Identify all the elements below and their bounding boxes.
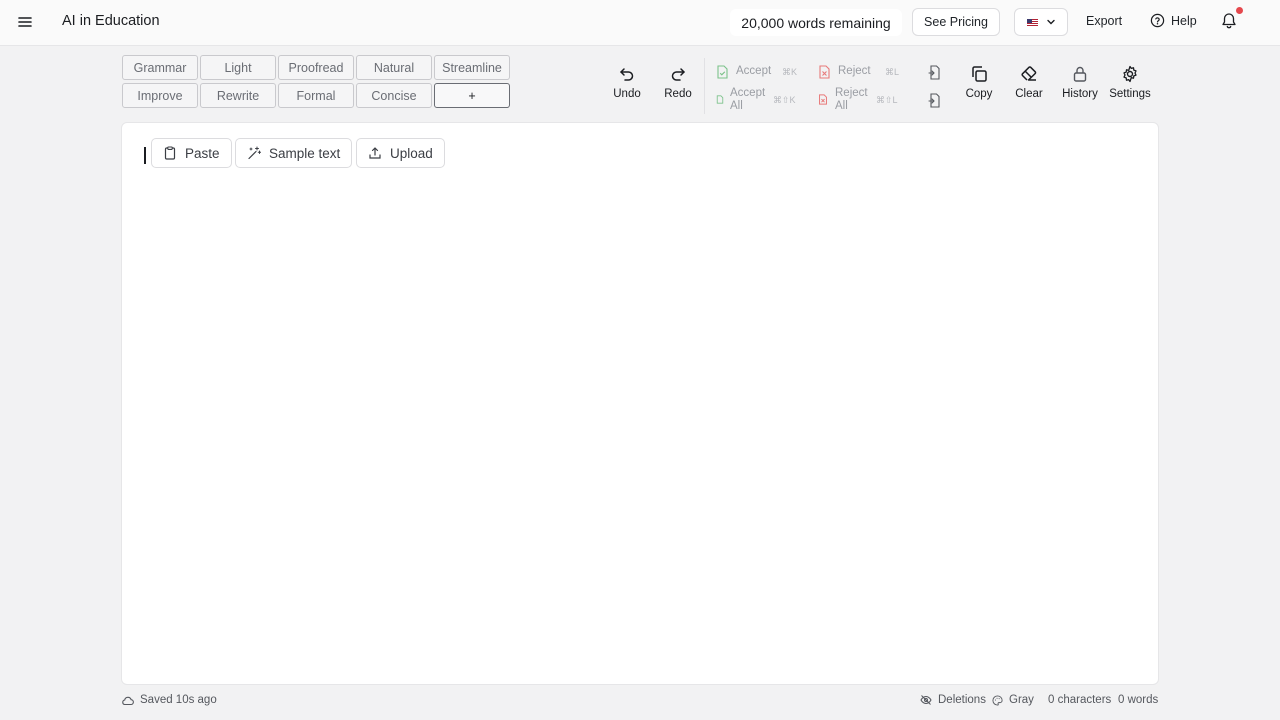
- reject-button[interactable]: Reject ⌘L: [818, 65, 902, 81]
- upload-button[interactable]: Upload: [356, 138, 445, 168]
- paste-button[interactable]: Paste: [151, 138, 232, 168]
- sample-text-label: Sample text: [269, 145, 341, 161]
- history-button[interactable]: History: [1055, 62, 1105, 106]
- color-label: Gray: [1009, 694, 1034, 706]
- help-label: Help: [1171, 13, 1197, 28]
- mode-natural-button[interactable]: Natural: [356, 55, 432, 80]
- redo-icon: [671, 68, 685, 81]
- file-x-icon: [819, 65, 830, 79]
- words-count: 0 words: [1118, 694, 1159, 706]
- undo-icon: [620, 68, 634, 81]
- copy-button[interactable]: Copy: [954, 62, 1004, 106]
- accept-all-shortcut: ⌘⇧K: [773, 95, 796, 105]
- file-check-icon: [717, 65, 728, 79]
- export-file-icon[interactable]: [927, 65, 942, 80]
- undo-button[interactable]: Undo: [602, 62, 652, 106]
- magic-wand-icon: [248, 146, 261, 160]
- chevron-down-icon: [1046, 19, 1055, 25]
- mode-light-button[interactable]: Light: [200, 55, 276, 80]
- text-caret: [144, 147, 146, 164]
- saved-label: Saved 10s ago: [140, 694, 217, 706]
- file-x-small-icon: [819, 94, 827, 105]
- text-editor[interactable]: Paste Sample text Upload: [121, 122, 1159, 685]
- mode-streamline-button[interactable]: Streamline: [434, 55, 510, 80]
- palette-icon: [992, 694, 1003, 706]
- copy-label: Copy: [965, 88, 993, 100]
- deletions-toggle[interactable]: Deletions: [920, 694, 986, 706]
- settings-label: Settings: [1109, 88, 1151, 100]
- upload-label: Upload: [390, 145, 433, 161]
- reject-all-label: Reject All: [835, 87, 868, 112]
- add-mode-button[interactable]: +: [434, 83, 510, 108]
- paste-label: Paste: [185, 145, 220, 161]
- history-label: History: [1062, 88, 1098, 100]
- notification-bell-icon[interactable]: [1221, 12, 1239, 32]
- reject-shortcut: ⌘L: [885, 67, 900, 77]
- top-bar: AI in Education 20,000 words remaining S…: [0, 0, 1280, 46]
- help-button[interactable]: Help: [1150, 13, 1197, 28]
- import-file-icon[interactable]: [927, 93, 942, 108]
- mode-rewrite-button[interactable]: Rewrite: [200, 83, 276, 108]
- redo-label: Redo: [664, 88, 692, 100]
- mode-grammar-button[interactable]: Grammar: [122, 55, 198, 80]
- mode-improve-button[interactable]: Improve: [122, 83, 198, 108]
- cloud-icon: [122, 696, 134, 705]
- sample-text-button[interactable]: Sample text: [235, 138, 353, 168]
- see-pricing-button[interactable]: See Pricing: [912, 8, 1000, 36]
- lock-icon: [1073, 66, 1087, 82]
- accept-shortcut: ⌘K: [782, 67, 798, 77]
- export-button[interactable]: Export: [1086, 14, 1122, 28]
- accept-all-button[interactable]: Accept All ⌘⇧K: [716, 87, 800, 115]
- characters-count: 0 characters: [1048, 694, 1112, 706]
- copy-icon: [972, 66, 987, 82]
- color-toggle[interactable]: Gray: [992, 694, 1034, 706]
- accept-button[interactable]: Accept ⌘K: [716, 65, 800, 81]
- hamburger-menu-icon[interactable]: [17, 14, 33, 30]
- redo-button[interactable]: Redo: [653, 62, 703, 106]
- clear-button[interactable]: Clear: [1004, 62, 1054, 106]
- eye-off-icon: [920, 695, 932, 705]
- settings-button[interactable]: Settings: [1105, 62, 1155, 106]
- notification-badge: [1236, 7, 1243, 14]
- reject-all-button[interactable]: Reject All ⌘⇧L: [818, 87, 902, 115]
- reject-all-shortcut: ⌘⇧L: [876, 95, 898, 105]
- undo-label: Undo: [613, 88, 641, 100]
- deletions-label: Deletions: [938, 694, 986, 706]
- gear-icon: [1123, 65, 1137, 83]
- mode-proofread-button[interactable]: Proofread: [278, 55, 354, 80]
- reject-label: Reject: [838, 65, 871, 77]
- save-status: Saved 10s ago: [121, 694, 217, 706]
- mode-concise-button[interactable]: Concise: [356, 83, 432, 108]
- words-remaining-counter: 20,000 words remaining: [730, 9, 902, 36]
- upload-icon: [369, 147, 381, 159]
- accept-all-label: Accept All: [730, 87, 766, 112]
- eraser-icon: [1021, 66, 1037, 81]
- toolbar-divider: [704, 58, 705, 114]
- help-circle-icon: [1150, 13, 1165, 28]
- language-select[interactable]: [1014, 8, 1068, 36]
- file-check-small-icon: [716, 95, 724, 104]
- clipboard-icon: [164, 146, 176, 160]
- accept-label: Accept: [736, 65, 772, 77]
- clear-label: Clear: [1015, 88, 1043, 100]
- us-flag-icon: [1026, 18, 1038, 26]
- app-title: AI in Education: [62, 13, 160, 29]
- mode-formal-button[interactable]: Formal: [278, 83, 354, 108]
